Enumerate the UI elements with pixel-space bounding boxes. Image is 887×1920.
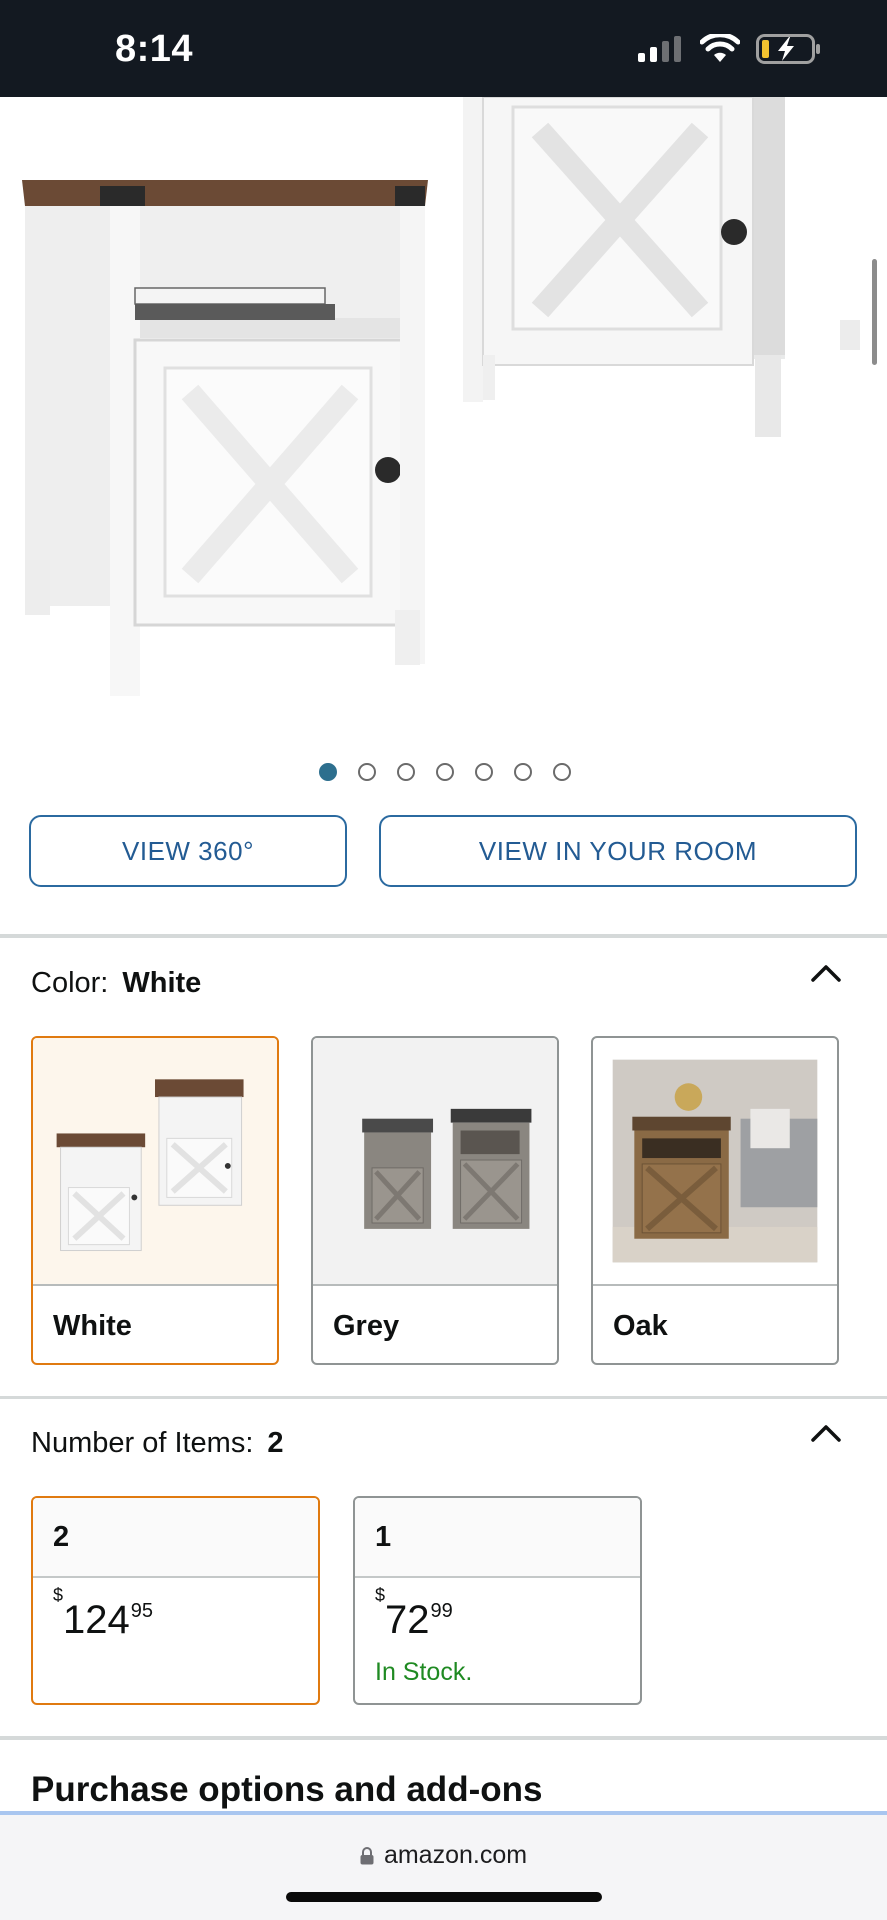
wifi-icon [700,34,740,62]
quantity-option-2[interactable]: 2 $12495 [31,1496,320,1705]
color-option-white[interactable]: White [31,1036,279,1365]
signal-icon [638,36,681,62]
grey-nightstand-thumbnail [313,1038,557,1284]
price-currency: $ [375,1584,386,1605]
image-pagination[interactable] [0,763,887,781]
battery-charging-icon [756,34,820,64]
collapse-chevron-icon[interactable] [809,962,843,984]
pagination-dot-1[interactable] [318,763,337,781]
view-in-your-room-button[interactable]: VIEW IN YOUR ROOM [379,815,857,887]
product-image [22,97,860,696]
color-label-text: Color: [31,967,109,999]
quantity-option-1[interactable]: 1 $7299 In Stock. [353,1496,642,1705]
quantity-option-count: 1 [355,1498,640,1578]
home-indicator[interactable] [286,1892,602,1902]
pagination-dot-5[interactable] [474,763,493,781]
lock-icon [360,1846,374,1864]
stock-status: In Stock. [375,1658,473,1686]
section-divider [0,934,887,938]
number-of-items-label: Number of Items: 2 [31,1427,284,1460]
number-of-items-label-text: Number of Items: [31,1427,254,1459]
quantity-option-count: 2 [33,1498,318,1578]
quantity-option-price: $7299 [375,1585,453,1643]
pagination-dot-3[interactable] [396,763,415,781]
price-fraction: 99 [430,1600,453,1622]
status-icons [638,34,822,64]
status-time: 8:14 [115,28,194,70]
quantity-option-price: $12495 [53,1585,154,1643]
product-image-gallery[interactable] [0,97,887,737]
pagination-dot-2[interactable] [357,763,376,781]
section-divider [0,1736,887,1740]
price-fraction: 95 [130,1600,154,1622]
color-option-grey[interactable]: Grey [311,1036,559,1365]
white-nightstand-thumbnail [33,1038,277,1284]
price-whole: 124 [63,1598,130,1642]
url-display[interactable]: amazon.com [0,1841,887,1870]
color-label: Color: White [31,967,201,1000]
status-bar: 8:14 [0,0,887,97]
oak-nightstand-thumbnail [612,1059,818,1263]
number-of-items-selected-value: 2 [267,1427,284,1459]
color-selected-value: White [122,967,202,999]
pagination-dot-7[interactable] [552,763,571,781]
price-whole: 72 [385,1598,430,1642]
price-currency: $ [53,1584,64,1605]
browser-url-bar[interactable]: amazon.com [0,1811,887,1920]
color-option-oak[interactable]: Oak [591,1036,839,1365]
color-option-label: Oak [593,1284,837,1363]
pagination-dot-4[interactable] [435,763,454,781]
section-divider [0,1396,887,1399]
url-domain: amazon.com [383,1841,528,1869]
view-360-button[interactable]: VIEW 360° [29,815,347,887]
color-option-label: White [33,1284,277,1363]
pagination-dot-6[interactable] [513,763,532,781]
collapse-chevron-icon[interactable] [809,1422,843,1444]
scroll-indicator [872,259,877,365]
purchase-options-heading: Purchase options and add-ons [31,1770,543,1809]
color-option-label: Grey [313,1284,557,1363]
